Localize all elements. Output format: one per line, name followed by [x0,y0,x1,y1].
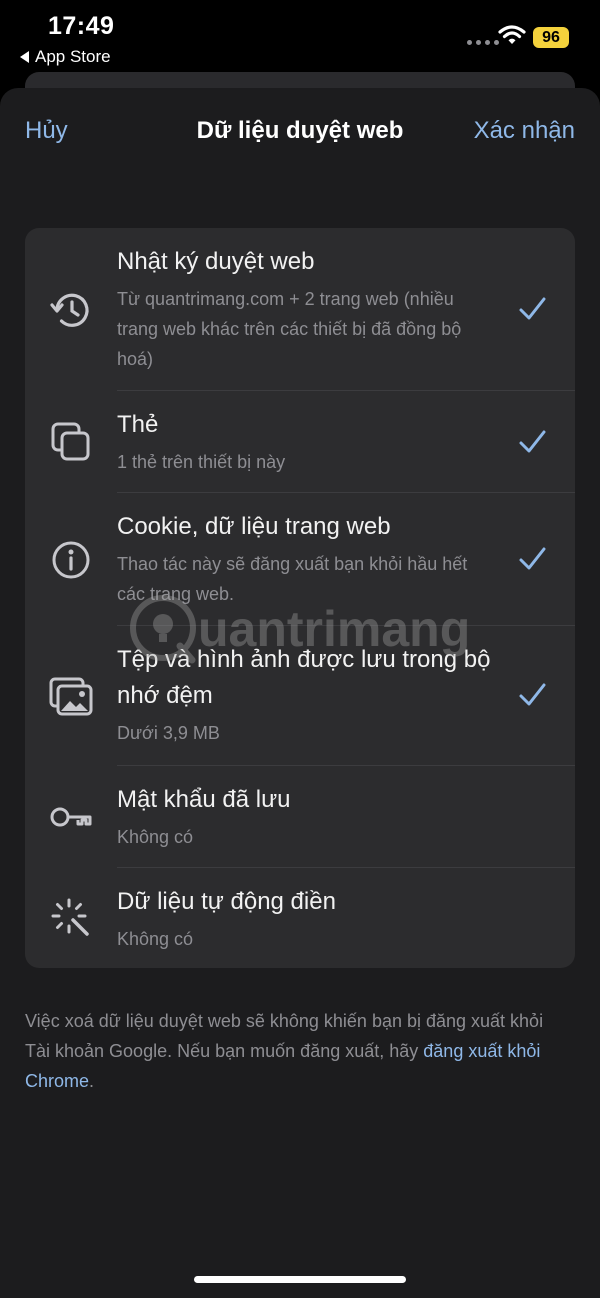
item-title: Mật khẩu đã lưu [117,786,291,813]
item-subtitle: Thao tác này sẽ đăng xuất bạn khỏi hầu h… [117,554,468,604]
home-indicator[interactable] [194,1276,406,1283]
checkmark-icon [519,547,546,570]
checkmark-icon [519,297,546,320]
navigation-bar: Hủy Dữ liệu duyệt web Xác nhận [0,88,600,176]
list-item-tabs[interactable]: Thẻ 1 thẻ trên thiết bị này [25,391,575,493]
list-item-browsing-history[interactable]: Nhật ký duyệt web Từ quantrimang.com + 2… [25,228,575,391]
list-item-autofill-data[interactable]: Dữ liệu tự động điền Không có [25,868,575,968]
clock: 17:49 [48,12,115,40]
back-arrow-icon [20,51,29,63]
clear-browsing-data-sheet: Hủy Dữ liệu duyệt web Xác nhận Nhật ký d… [0,88,600,1298]
back-app-label: App Store [35,47,111,66]
item-subtitle: 1 thẻ trên thiết bị này [117,452,286,472]
checkmark-icon [519,430,546,453]
item-title: Nhật ký duyệt web [117,248,315,275]
footer-note: Việc xoá dữ liệu duyệt web sẽ không khiế… [25,1006,570,1096]
history-icon [50,293,89,327]
item-subtitle: Dưới 3,9 MB [117,723,220,743]
info-icon [52,541,90,579]
confirm-button[interactable]: Xác nhận [474,117,575,145]
item-subtitle: Không có [117,827,194,847]
status-bar: 17:49 App Store 96 [0,0,600,72]
footer-end: . [89,1071,95,1091]
list-item-cached-files[interactable]: Tệp và hình ảnh được lưu trong bộ nhớ đệ… [25,626,575,766]
item-title: Thẻ [117,411,159,438]
item-title: Dữ liệu tự động điền [117,888,336,915]
cellular-signal-icon [467,40,499,45]
tabs-icon [51,422,90,461]
magic-wand-icon [51,898,89,936]
battery-indicator: 96 [533,27,569,48]
list-item-cookies[interactable]: Cookie, dữ liệu trang web Thao tác này s… [25,493,575,626]
images-icon [49,677,93,716]
data-types-list: Nhật ký duyệt web Từ quantrimang.com + 2… [25,228,575,968]
key-icon [50,807,92,827]
list-item-saved-passwords[interactable]: Mật khẩu đã lưu Không có [25,766,575,868]
checkmark-icon [519,683,546,706]
wifi-icon [498,25,526,44]
back-to-app-store[interactable]: App Store [20,47,111,67]
item-subtitle: Từ quantrimang.com + 2 trang web (nhiều … [117,289,462,369]
item-title: Cookie, dữ liệu trang web [117,513,391,540]
item-title: Tệp và hình ảnh được lưu trong bộ nhớ đệ… [117,646,491,709]
item-subtitle: Không có [117,929,194,949]
